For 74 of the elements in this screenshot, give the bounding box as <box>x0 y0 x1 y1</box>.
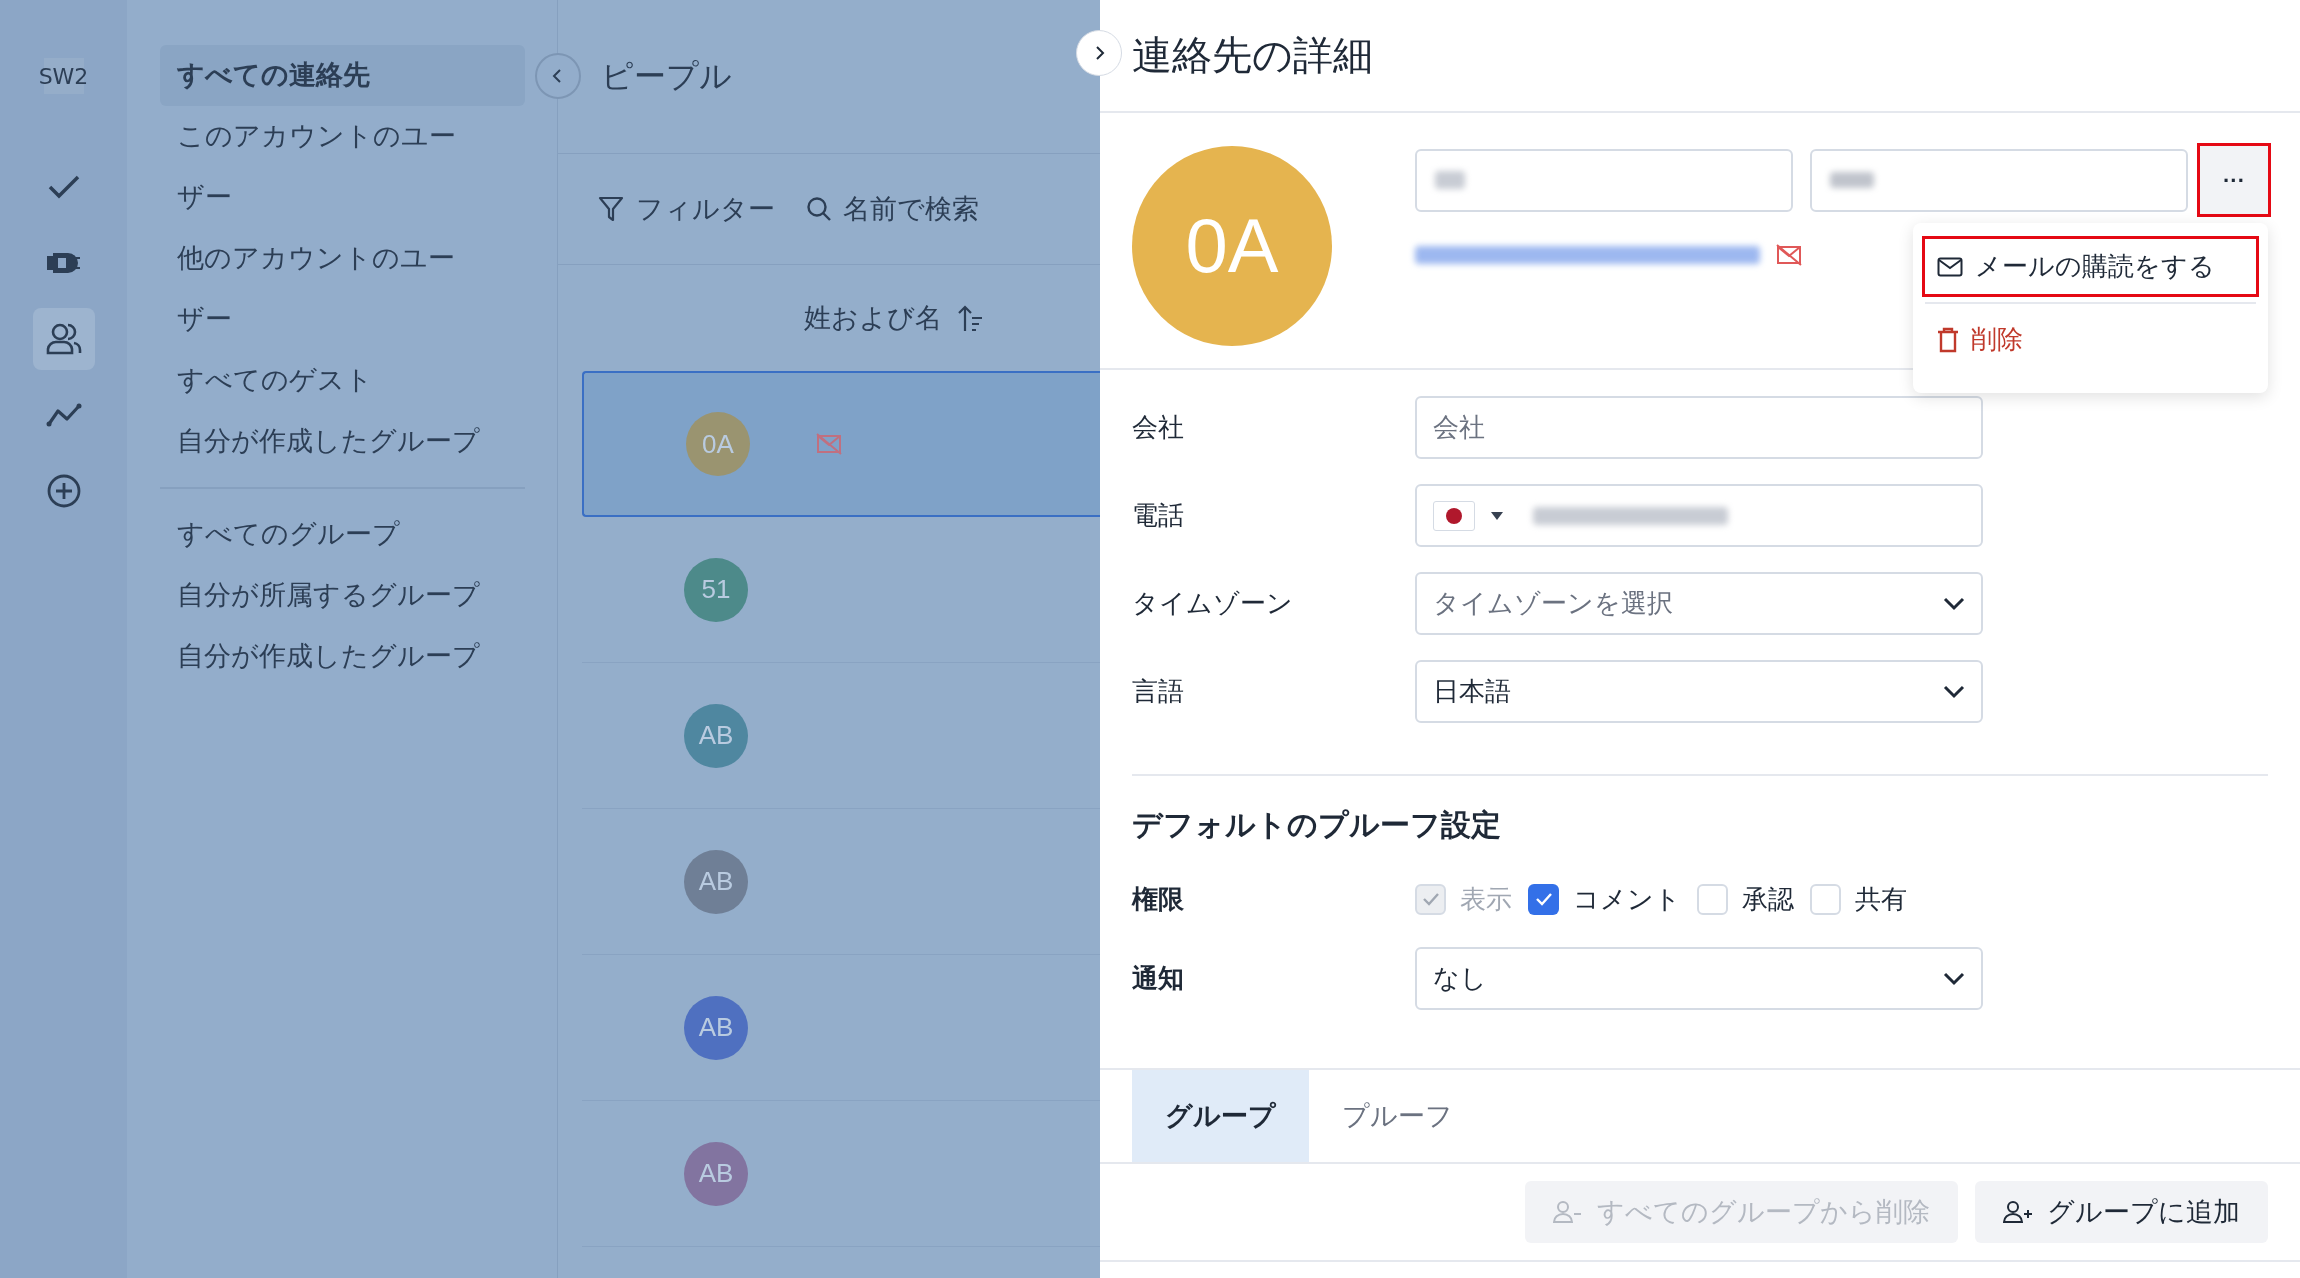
sidebar-item[interactable]: すべてのグループ <box>160 504 525 565</box>
field-label: 権限 <box>1132 882 1185 916</box>
action-button[interactable]: グループに追加 <box>1975 1181 2268 1243</box>
contact-row[interactable]: AB <box>582 663 1100 809</box>
avatar: AB <box>684 703 748 768</box>
avatar: AB <box>684 849 748 914</box>
select-field[interactable]: 日本語 <box>1415 660 1983 723</box>
checkbox[interactable] <box>1810 883 1841 915</box>
trend-line-icon <box>45 402 82 428</box>
sidebar-item[interactable]: すべての連絡先 <box>160 45 525 106</box>
sidebar-item[interactable]: 自分が作成したグループ <box>160 626 525 687</box>
sidebar-item[interactable]: 他のアカウントのユーザー <box>160 228 525 350</box>
first-name-field[interactable] <box>1415 148 1793 212</box>
menu-item[interactable]: メールの購読をする <box>1925 239 2256 294</box>
contact-row[interactable]: 51 <box>582 517 1100 663</box>
phone-field[interactable] <box>1415 484 1983 547</box>
checkbox[interactable] <box>1528 883 1559 915</box>
person-plus-icon <box>2003 1200 2033 1224</box>
search-icon <box>805 195 833 223</box>
search-field[interactable]: 名前で検索 <box>805 188 1043 230</box>
add-circle-icon <box>45 473 82 509</box>
avatar: 0A <box>686 412 750 476</box>
contact-row[interactable]: AB <box>582 1101 1100 1247</box>
chevron-down-icon <box>1943 596 1965 611</box>
blurred-text <box>1830 172 1874 188</box>
menu-item[interactable]: 削除 <box>1925 312 2256 367</box>
input-field[interactable]: 会社 <box>1415 396 1983 459</box>
last-name-field[interactable] <box>1810 148 2188 212</box>
field-label: タイムゾーン <box>1132 587 1294 620</box>
checkbox-label: コメント <box>1573 882 1681 916</box>
filter-button[interactable]: フィルター <box>598 188 775 230</box>
field-label: 言語 <box>1132 675 1185 708</box>
avatar: AB <box>684 995 748 1060</box>
plug-icon <box>45 250 82 276</box>
rail-button[interactable] <box>32 308 95 370</box>
tab[interactable]: グループ <box>1132 1070 1309 1162</box>
field-label: 電話 <box>1132 499 1185 532</box>
tab[interactable]: プルーフ <box>1309 1070 1486 1162</box>
avatar: 0A <box>1132 146 1332 346</box>
mail-off-icon <box>1776 244 1802 266</box>
notification-select[interactable]: なし <box>1415 947 1983 1010</box>
contact-row[interactable]: AB <box>582 809 1100 955</box>
trash-icon <box>1937 326 1959 353</box>
blurred-text <box>1435 171 1465 189</box>
chevron-down-icon <box>1943 684 1965 699</box>
avatar: 51 <box>684 557 748 622</box>
person-minus-icon <box>1553 1200 1583 1224</box>
sidebar-item[interactable]: 自分が所属するグループ <box>160 565 525 626</box>
panel-title: ピープル <box>601 57 732 96</box>
checkbox-label: 共有 <box>1855 882 1907 916</box>
sort-ascending-icon[interactable] <box>956 303 984 333</box>
checkbox-label: 表示 <box>1460 882 1512 916</box>
checkbox[interactable] <box>1697 883 1728 915</box>
filter-icon <box>598 195 624 223</box>
contact-row[interactable]: AB <box>582 955 1100 1101</box>
more-button[interactable]: ··· <box>2200 146 2268 214</box>
caret-icon[interactable] <box>1491 511 1503 520</box>
sidebar-item[interactable]: 自分が作成したグループ <box>160 411 525 472</box>
mail-icon <box>1937 256 1963 277</box>
flag-icon[interactable] <box>1433 500 1475 531</box>
field-label: 通知 <box>1132 962 1185 995</box>
people-icon <box>45 322 82 356</box>
field-label: 会社 <box>1132 411 1185 444</box>
avatar: AB <box>684 1141 748 1206</box>
chevron-down-icon <box>1943 971 1965 986</box>
check-icon <box>1421 892 1440 906</box>
check-icon <box>1534 892 1553 906</box>
select-field[interactable]: タイムゾーンを選択 <box>1415 572 1983 635</box>
section-heading: デフォルトのプルーフ設定 <box>1132 807 1502 843</box>
panel-title: 連絡先の詳細 <box>1132 31 1373 79</box>
sidebar-item[interactable]: このアカウントのユーザー <box>160 106 525 228</box>
checkbox-label: 承認 <box>1742 882 1794 916</box>
column-header[interactable]: 姓および名 <box>804 297 942 339</box>
sidebar-item[interactable]: すべてのゲスト <box>160 350 525 411</box>
